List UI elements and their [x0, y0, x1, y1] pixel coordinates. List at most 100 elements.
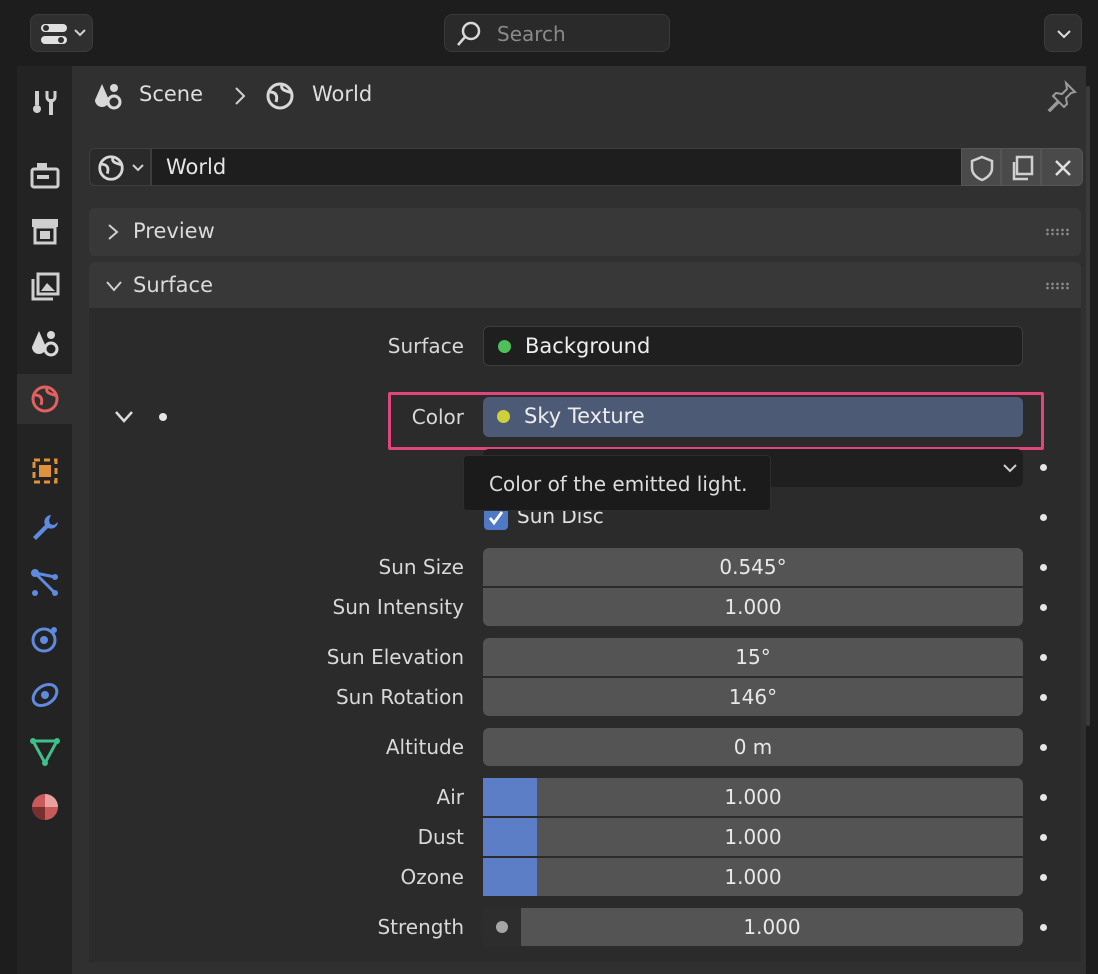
breadcrumb-scene: Scene	[139, 82, 204, 106]
keyframe-dot[interactable]	[1040, 654, 1047, 661]
scene-icon	[32, 331, 59, 357]
dust-value: 1.000	[724, 825, 782, 849]
dust-slider[interactable]: 1.000	[483, 818, 1023, 856]
fake-user-button[interactable]	[961, 148, 1001, 186]
physics-icon	[31, 627, 57, 653]
tooltip: Color of the emitted light.	[463, 455, 771, 511]
sun-rotation-value: 146°	[728, 685, 778, 709]
particles-icon	[31, 569, 58, 596]
preview-panel-header[interactable]: Preview	[89, 208, 1081, 256]
tab-material[interactable]	[17, 782, 72, 832]
chevron-down-icon	[132, 164, 144, 172]
world-icon	[98, 155, 124, 181]
sun-intensity-value: 1.000	[724, 595, 782, 619]
output-icon	[32, 219, 58, 245]
keyframe-dot[interactable]	[1040, 464, 1047, 471]
editor-type-button[interactable]	[30, 14, 93, 52]
chevron-down-icon	[74, 29, 86, 37]
tool-icon	[33, 91, 57, 115]
chevron-down-icon	[106, 281, 122, 292]
keyframe-dot[interactable]	[1040, 744, 1047, 751]
render-icon	[30, 163, 60, 189]
tab-world[interactable]	[17, 374, 72, 424]
object-icon	[32, 458, 58, 484]
tab-output[interactable]	[17, 206, 72, 256]
sun-intensity-field[interactable]: 1.000	[483, 588, 1023, 626]
close-icon	[1055, 160, 1071, 176]
keyframe-dot[interactable]	[1040, 874, 1047, 881]
tab-scene[interactable]	[17, 318, 72, 368]
keyframe-dot[interactable]	[1040, 564, 1047, 571]
keyframe-dot[interactable]	[1040, 834, 1047, 841]
air-slider[interactable]: 1.000	[483, 778, 1023, 816]
surface-label: Surface	[387, 334, 464, 358]
ozone-slider-fill	[483, 858, 537, 896]
world-name-field[interactable]: World	[151, 148, 1049, 186]
keyframe-dot[interactable]	[1040, 604, 1047, 611]
tab-constraints[interactable]	[17, 670, 72, 720]
sun-elevation-field[interactable]: 15°	[483, 638, 1023, 676]
tab-view-layer[interactable]	[17, 262, 72, 312]
sun-rotation-label: Sun Rotation	[335, 685, 464, 709]
sun-rotation-field[interactable]: 146°	[483, 678, 1023, 716]
sun-size-value: 0.545°	[719, 555, 787, 579]
air-value: 1.000	[724, 785, 782, 809]
scene-icon	[95, 84, 122, 110]
scrollbar[interactable]	[1086, 66, 1098, 974]
keyframe-dot[interactable]	[1040, 794, 1047, 801]
breadcrumb-world: World	[312, 82, 373, 106]
tab-object[interactable]	[17, 446, 72, 496]
sun-size-field[interactable]: 0.545°	[483, 548, 1023, 586]
altitude-value: 0 m	[733, 735, 773, 759]
wrench-icon	[33, 515, 58, 540]
world-icon	[31, 385, 59, 413]
search-input[interactable]: Search	[444, 14, 670, 52]
sun-elevation-value: 15°	[735, 645, 771, 669]
world-datablock-selector: World	[89, 148, 1083, 186]
mesh-data-icon	[30, 738, 60, 767]
altitude-field[interactable]: 0 m	[483, 728, 1023, 766]
strength-field[interactable]: 1.000	[483, 908, 1023, 946]
tab-modifiers[interactable]	[17, 502, 72, 552]
tab-particles[interactable]	[17, 558, 72, 608]
world-browse-button[interactable]	[89, 148, 151, 186]
strength-label: Strength	[377, 915, 464, 939]
preview-title: Preview	[133, 219, 215, 243]
constraints-icon	[31, 683, 59, 707]
ozone-label: Ozone	[400, 865, 464, 889]
ozone-slider[interactable]: 1.000	[483, 858, 1023, 896]
header-menu-button[interactable]	[1044, 14, 1082, 52]
keyframe-dot[interactable]	[1040, 514, 1047, 521]
tab-tool[interactable]	[17, 78, 72, 128]
keyframe-dot[interactable]	[1040, 924, 1047, 931]
tooltip-text: Color of the emitted light.	[489, 472, 748, 496]
properties-tab-bar	[17, 66, 72, 974]
keyframe-dot[interactable]	[1040, 694, 1047, 701]
tab-physics[interactable]	[17, 614, 72, 664]
properties-editor-icon	[41, 24, 67, 44]
ozone-value: 1.000	[724, 865, 782, 889]
surface-title: Surface	[133, 273, 214, 297]
surface-shader-field[interactable]: Background	[483, 326, 1023, 366]
surface-shader-value: Background	[525, 334, 651, 358]
sun-intensity-label: Sun Intensity	[332, 595, 464, 619]
search-placeholder: Search	[497, 22, 566, 46]
drag-handle-icon[interactable]	[1045, 228, 1069, 236]
chevron-down-icon	[1057, 30, 1071, 39]
shield-icon	[970, 155, 994, 182]
unlink-world-button[interactable]	[1041, 148, 1083, 186]
tab-render[interactable]	[17, 150, 72, 200]
material-icon	[32, 794, 58, 820]
sun-elevation-label: Sun Elevation	[326, 645, 464, 669]
altitude-label: Altitude	[385, 735, 464, 759]
shader-socket-icon	[498, 340, 511, 353]
pin-icon[interactable]	[1046, 80, 1078, 112]
checkmark-icon	[488, 511, 504, 526]
dust-slider-fill	[483, 818, 537, 856]
strength-socket-button[interactable]	[483, 908, 521, 946]
drag-handle-icon[interactable]	[1045, 282, 1069, 290]
tab-object-data[interactable]	[17, 726, 72, 776]
new-world-button[interactable]	[1001, 148, 1041, 186]
surface-panel-header[interactable]: Surface	[89, 262, 1081, 310]
air-slider-fill	[483, 778, 537, 816]
